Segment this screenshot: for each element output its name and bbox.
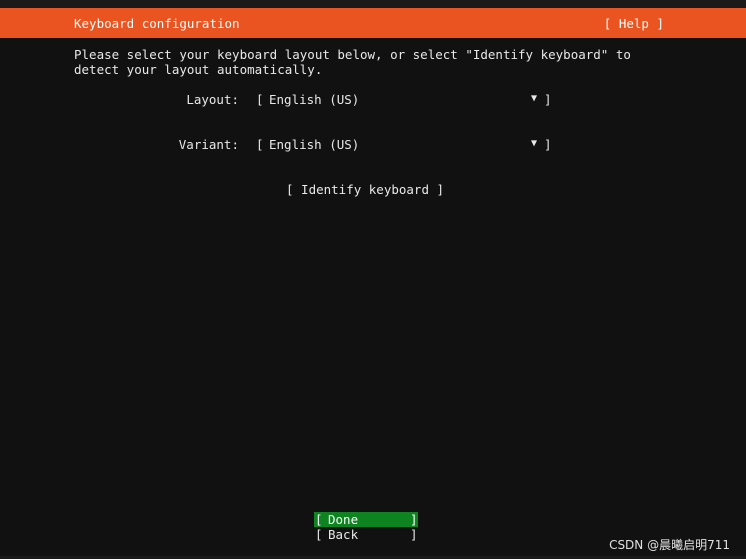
back-button[interactable]: [ Back ] bbox=[314, 527, 418, 542]
select-bracket-open: [ bbox=[256, 92, 264, 107]
page-title: Keyboard configuration bbox=[74, 16, 240, 31]
button-bracket-open: [ bbox=[315, 512, 323, 527]
dropdown-arrow-icon: ▼ bbox=[531, 93, 538, 104]
layout-select[interactable]: [ English (US) ▼ ] bbox=[256, 92, 552, 108]
back-label: Back bbox=[328, 527, 359, 542]
select-bracket-close: ] bbox=[544, 92, 552, 107]
button-bracket-close: ] bbox=[410, 527, 418, 542]
layout-value: English (US) bbox=[269, 92, 360, 107]
button-bracket-open: [ bbox=[315, 527, 323, 542]
top-border bbox=[0, 0, 746, 8]
watermark: CSDN @晨曦启明711 bbox=[609, 538, 730, 552]
identify-keyboard-button[interactable]: [ Identify keyboard ] bbox=[286, 182, 444, 197]
variant-value: English (US) bbox=[269, 137, 360, 152]
layout-label: Layout: bbox=[186, 92, 239, 107]
instructions-text: Please select your keyboard layout below… bbox=[74, 47, 631, 77]
done-button[interactable]: [ Done ] bbox=[314, 512, 418, 527]
button-bracket-close: ] bbox=[410, 512, 418, 527]
variant-select[interactable]: [ English (US) ▼ ] bbox=[256, 137, 552, 153]
header-bar: Keyboard configuration [ Help ] bbox=[0, 8, 746, 38]
variant-label: Variant: bbox=[178, 137, 239, 152]
done-label: Done bbox=[328, 512, 359, 527]
select-bracket-close: ] bbox=[544, 137, 552, 152]
select-bracket-open: [ bbox=[256, 137, 264, 152]
dropdown-arrow-icon: ▼ bbox=[531, 138, 538, 149]
help-button[interactable]: [ Help ] bbox=[604, 16, 664, 31]
